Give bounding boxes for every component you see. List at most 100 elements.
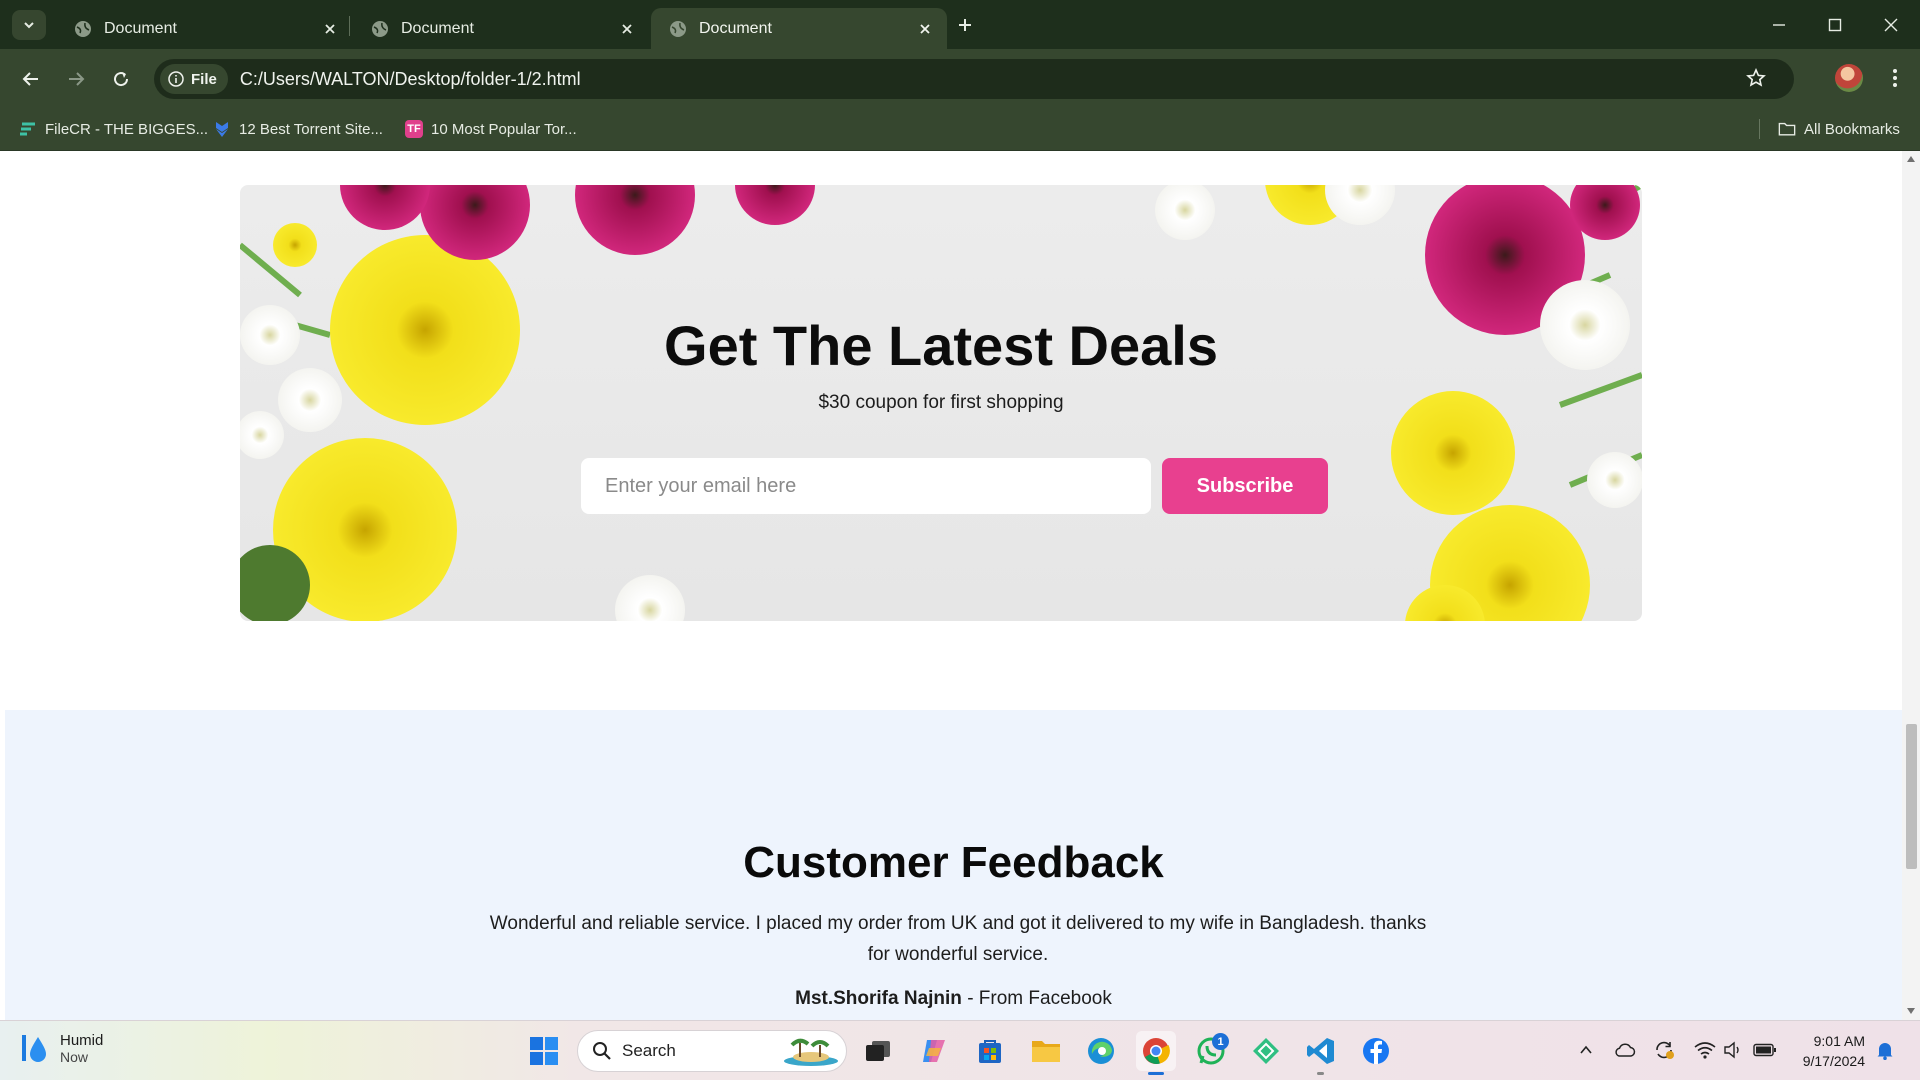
volume-button[interactable] — [1720, 1037, 1746, 1063]
tab-search-button[interactable] — [12, 10, 46, 40]
microsoft-store-button[interactable] — [970, 1031, 1010, 1071]
edge-button[interactable] — [1081, 1031, 1121, 1071]
feedback-text: Wonderful and reliable service. I placed… — [489, 913, 1427, 965]
chrome-icon — [1143, 1038, 1170, 1064]
address-bar[interactable]: File C:/Users/WALTON/Desktop/folder-1/2.… — [154, 59, 1794, 99]
reload-button[interactable] — [104, 62, 138, 96]
bookmark-label: 10 Most Popular Tor... — [431, 120, 577, 138]
chevron-up-icon — [1580, 1045, 1592, 1054]
search-icon — [593, 1042, 611, 1060]
taskbar-search-box[interactable]: Search — [577, 1030, 847, 1072]
scroll-down-arrow[interactable] — [1907, 1008, 1915, 1014]
subscribe-button[interactable]: Subscribe — [1162, 458, 1328, 514]
page-scrollbar[interactable] — [1902, 151, 1920, 1020]
vscode-icon — [1307, 1038, 1334, 1064]
bookmark-label: FileCR - THE BIGGES... — [45, 120, 209, 138]
water-drop-icon — [22, 1035, 46, 1062]
torrent-site-icon — [213, 120, 231, 138]
vscode-button[interactable] — [1301, 1031, 1341, 1075]
whatsapp-button[interactable]: 1 — [1191, 1031, 1231, 1071]
close-tab-icon[interactable] — [613, 15, 641, 43]
arrow-left-icon — [22, 72, 38, 86]
running-app-indicator — [1317, 1072, 1324, 1075]
scroll-up-arrow[interactable] — [1907, 156, 1915, 162]
bookmark-torrent-sites[interactable]: 12 Best Torrent Site... — [213, 117, 383, 141]
tab-document-2[interactable]: Document — [353, 8, 649, 49]
site-info-chip[interactable]: File — [160, 64, 228, 94]
diamond-app-icon — [1253, 1038, 1279, 1064]
copilot-icon — [923, 1040, 945, 1062]
close-icon — [1884, 18, 1898, 31]
windows-taskbar: Humid Now Search 1 9:01 AM 9/17/2024 — [0, 1020, 1920, 1080]
app-diamond-button[interactable] — [1246, 1031, 1286, 1071]
more-vertical-icon — [1893, 69, 1897, 87]
copilot-button[interactable] — [914, 1031, 954, 1071]
page-viewport: Get The Latest Deals $30 coupon for firs… — [5, 151, 1902, 1020]
bookmark-filecr[interactable]: FileCR - THE BIGGES... — [19, 117, 208, 141]
tab-title: Document — [104, 19, 177, 37]
minimize-icon — [1773, 23, 1785, 26]
windows-logo-icon — [530, 1037, 558, 1065]
wifi-button[interactable] — [1692, 1037, 1718, 1063]
search-placeholder: Search — [622, 1041, 676, 1060]
tab-title: Document — [401, 19, 474, 37]
wifi-icon — [1694, 1042, 1716, 1059]
island-search-highlight-icon — [784, 1038, 838, 1066]
bookmark-popular-torrents[interactable]: TF 10 Most Popular Tor... — [405, 117, 577, 141]
store-icon — [979, 1040, 1001, 1063]
show-hidden-icons-button[interactable] — [1573, 1037, 1599, 1063]
close-window-button[interactable] — [1863, 0, 1919, 49]
forward-button[interactable] — [59, 62, 93, 96]
cloud-icon — [1615, 1043, 1636, 1057]
scrollbar-thumb[interactable] — [1906, 724, 1917, 869]
sync-button[interactable] — [1651, 1037, 1677, 1063]
profile-avatar[interactable] — [1835, 64, 1863, 92]
minimize-button[interactable] — [1751, 0, 1807, 49]
notifications-button[interactable] — [1872, 1037, 1898, 1063]
file-explorer-button[interactable] — [1026, 1031, 1066, 1071]
deals-title: Get The Latest Deals — [664, 314, 1218, 377]
folder-icon — [1032, 1041, 1060, 1062]
weather-time: Now — [60, 1048, 89, 1065]
back-button[interactable] — [14, 62, 48, 96]
url-text[interactable]: C:/Users/WALTON/Desktop/folder-1/2.html — [240, 69, 581, 90]
maximize-icon — [1828, 18, 1842, 31]
facebook-button[interactable] — [1356, 1031, 1396, 1071]
battery-button[interactable] — [1752, 1037, 1778, 1063]
bookmark-label: 12 Best Torrent Site... — [239, 120, 383, 138]
clock-time: 9:01 AM — [1813, 1033, 1865, 1049]
chrome-button[interactable] — [1136, 1031, 1176, 1075]
deals-subtitle: $30 coupon for first shopping — [818, 392, 1064, 413]
maximize-button[interactable] — [1807, 0, 1863, 49]
tab-strip: Document Document Document — [0, 0, 1920, 49]
task-view-button[interactable] — [858, 1031, 898, 1071]
onedrive-button[interactable] — [1612, 1037, 1638, 1063]
deals-banner: Get The Latest Deals $30 coupon for firs… — [240, 185, 1642, 621]
customer-feedback-section: Customer Feedback Wonderful and reliable… — [5, 710, 1902, 1020]
all-bookmarks-button[interactable]: All Bookmarks — [1778, 117, 1900, 141]
feedback-author-line: Mst.Shorifa Najnin - From Facebook — [5, 988, 1902, 1010]
email-input[interactable] — [581, 458, 1151, 514]
file-chip-label: File — [191, 70, 217, 88]
globe-icon — [75, 20, 91, 37]
arrow-right-icon — [69, 72, 85, 86]
weather-widget[interactable]: Humid Now — [20, 1031, 103, 1065]
tab-document-1[interactable]: Document — [56, 8, 352, 49]
system-clock[interactable]: 9:01 AM 9/17/2024 — [1795, 1031, 1865, 1071]
feedback-title: Customer Feedback — [743, 838, 1164, 887]
browser-toolbar: File C:/Users/WALTON/Desktop/folder-1/2.… — [0, 49, 1920, 107]
close-tab-icon[interactable] — [316, 15, 344, 43]
start-button[interactable] — [524, 1031, 564, 1071]
globe-icon — [670, 20, 686, 37]
bookmark-star-button[interactable] — [1746, 68, 1766, 93]
task-view-icon — [866, 1041, 890, 1061]
all-bookmarks-label: All Bookmarks — [1804, 120, 1900, 138]
browser-menu-button[interactable] — [1880, 63, 1910, 93]
facebook-icon — [1363, 1038, 1389, 1064]
close-tab-icon[interactable] — [911, 15, 939, 43]
plus-icon — [959, 19, 971, 31]
tab-document-3[interactable]: Document — [651, 8, 947, 49]
tf-icon: TF — [405, 120, 423, 138]
new-tab-button[interactable] — [950, 10, 980, 40]
globe-icon — [372, 20, 388, 37]
